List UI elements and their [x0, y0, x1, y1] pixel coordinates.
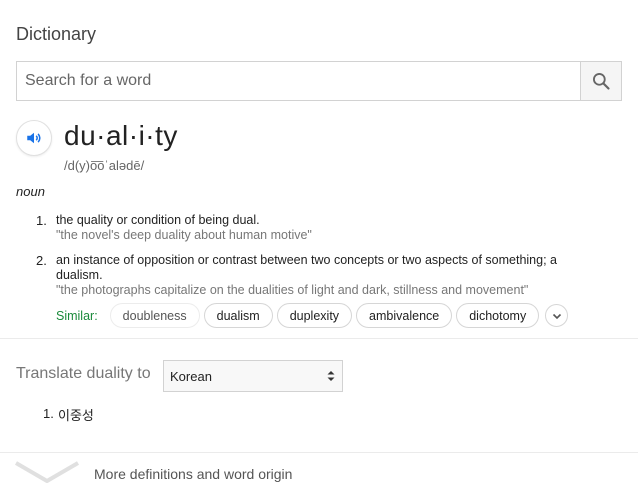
similar-chip[interactable]: duplexity — [276, 303, 353, 328]
part-of-speech: noun — [16, 184, 45, 199]
definition-text: an instance of opposition or contrast be… — [56, 253, 557, 282]
more-definitions-label: More definitions and word origin — [94, 466, 293, 482]
definition-number: 1. — [36, 213, 47, 228]
chevron-down-icon — [552, 313, 561, 319]
similar-chip[interactable]: dichotomy — [456, 303, 540, 328]
similar-chip[interactable]: ambivalence — [356, 303, 453, 328]
more-definitions-button[interactable]: More definitions and word origin — [0, 453, 638, 493]
expand-similar-button[interactable] — [545, 304, 569, 327]
language-select[interactable]: Korean — [163, 360, 343, 392]
chevron-down-icon — [14, 461, 80, 483]
search-box — [16, 61, 622, 101]
definition-number: 2. — [36, 253, 47, 268]
definition-example: "the photographs capitalize on the duali… — [56, 283, 529, 297]
search-input[interactable] — [17, 62, 580, 100]
language-select-value: Korean — [170, 368, 212, 384]
pronounce-button[interactable] — [16, 120, 52, 156]
translation-number: 1. — [43, 406, 54, 421]
similar-label: Similar: — [56, 308, 98, 323]
speaker-icon — [27, 132, 41, 144]
section-divider — [0, 338, 638, 339]
translation-text: 이중성 — [58, 409, 94, 424]
search-button[interactable] — [580, 62, 621, 100]
search-icon — [593, 73, 610, 90]
similar-chip[interactable]: dualism — [203, 303, 273, 328]
definition-example: "the novel's deep duality about human mo… — [56, 228, 312, 242]
definition-text: the quality or condition of being dual. — [56, 213, 260, 227]
similar-words: Similar: doubleness dualism duplexity am… — [56, 303, 569, 328]
similar-chip[interactable]: doubleness — [109, 303, 200, 328]
page-title: Dictionary — [16, 24, 97, 44]
select-arrows-icon — [327, 371, 335, 381]
phonetic: /d(y)o͞oˈalədē/ — [64, 158, 145, 173]
headword: du·al·i·ty — [64, 120, 178, 151]
translate-label: Translate duality to — [16, 365, 151, 382]
